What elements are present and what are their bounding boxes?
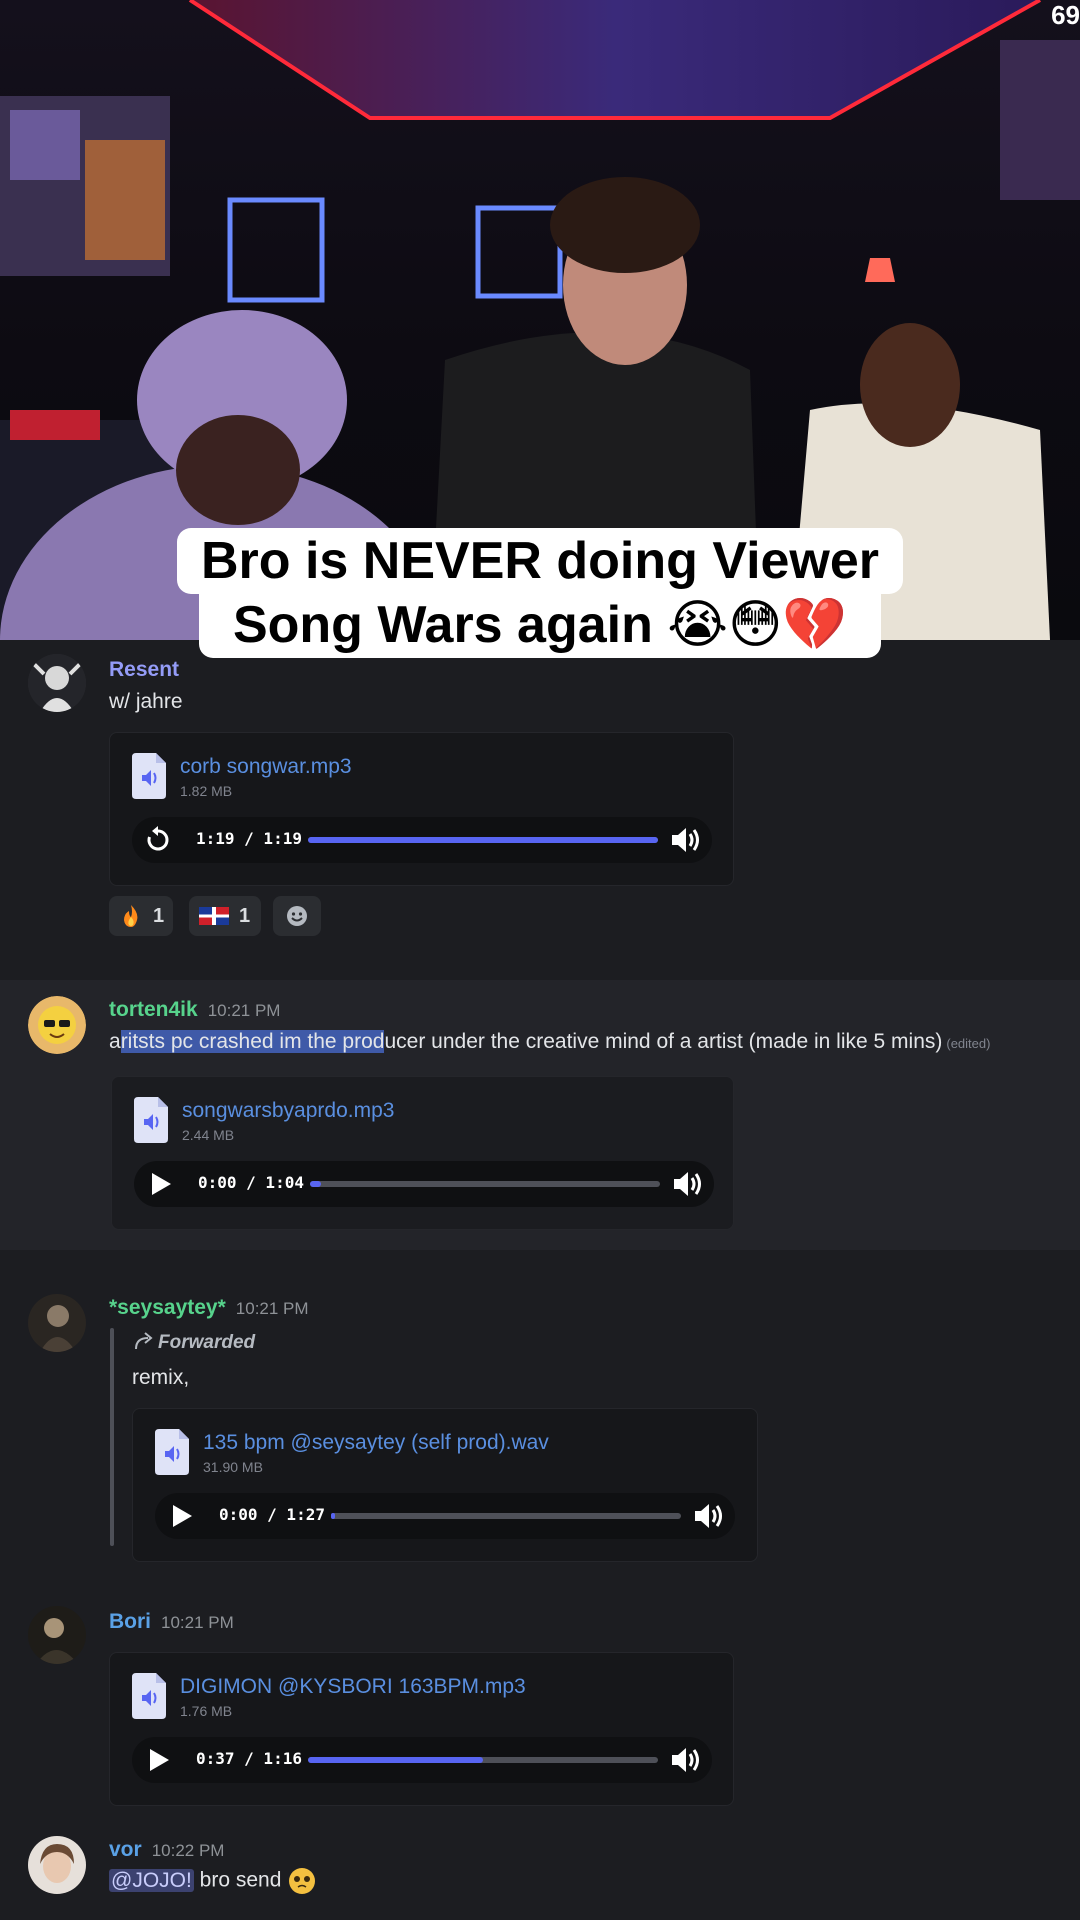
avatar-image xyxy=(28,1294,86,1352)
progress-fill xyxy=(308,1757,483,1763)
file-size: 31.90 MB xyxy=(203,1459,263,1475)
reaction-count: 1 xyxy=(239,905,251,927)
reaction-fire[interactable]: 1 xyxy=(109,896,173,936)
progress-track[interactable] xyxy=(308,837,658,843)
progress-fill xyxy=(308,837,658,843)
avatar-image xyxy=(28,996,86,1054)
progress-track[interactable] xyxy=(331,1513,681,1519)
message-seysaytey: *seysaytey* 10:21 PM Forwarded remix, 135… xyxy=(0,1250,1080,1562)
video-caption: Bro is NEVER doing Viewer Song Wars agai… xyxy=(0,528,1080,658)
avatar[interactable] xyxy=(28,654,86,712)
message-text: remix, xyxy=(132,1366,190,1389)
author-name[interactable]: torten4ik 10:21 PM xyxy=(109,998,280,1022)
file-name-link[interactable]: 135 bpm @seysaytey (self prod).wav xyxy=(203,1431,549,1455)
play-icon[interactable] xyxy=(144,1168,176,1200)
file-size: 2.44 MB xyxy=(182,1127,235,1143)
avatar-image xyxy=(28,1836,86,1894)
message-text: aritsts pc crashed im the producer under… xyxy=(109,1030,991,1053)
avatar-image xyxy=(28,654,86,712)
timestamp: 10:21 PM xyxy=(161,1613,234,1632)
timestamp: 10:22 PM xyxy=(151,1841,225,1860)
selected-text: ritsts pc crashed im the prod xyxy=(120,1030,385,1053)
playback-time: 0:00 / 1:27 xyxy=(219,1505,325,1524)
avatar[interactable] xyxy=(28,1294,86,1352)
progress-track[interactable] xyxy=(310,1181,660,1187)
add-reaction-icon xyxy=(287,906,307,926)
author-name[interactable]: Bori 10:21 PM xyxy=(109,1610,234,1634)
audio-player: 0:37 / 1:16 xyxy=(132,1737,712,1783)
corner-counter: 69 xyxy=(1051,0,1080,30)
progress-fill xyxy=(310,1181,321,1187)
audio-attachment: 135 bpm @seysaytey (self prod).wav 31.90… xyxy=(132,1408,758,1562)
author-name[interactable]: *seysaytey* 10:21 PM xyxy=(109,1296,309,1320)
forward-arrow-icon xyxy=(135,1332,153,1350)
playback-time: 1:19 / 1:19 xyxy=(196,829,302,848)
avatar[interactable] xyxy=(28,1606,86,1664)
audio-attachment: corb songwar.mp3 1.82 MB 1:19 / 1:19 xyxy=(109,732,734,886)
fire-emoji-icon xyxy=(124,905,138,927)
message-text: w/ jahre xyxy=(109,690,183,713)
audio-player: 0:00 / 1:04 xyxy=(134,1161,714,1207)
user-mention[interactable]: @JOJO! xyxy=(109,1868,194,1892)
dominican-flag-icon xyxy=(199,907,229,925)
volume-icon[interactable] xyxy=(670,1745,702,1775)
file-size: 1.82 MB xyxy=(180,783,233,799)
audio-file-icon xyxy=(155,1429,189,1475)
message-resent: Resent w/ jahre corb songwar.mp3 1.82 MB… xyxy=(0,640,1080,970)
playback-time: 0:37 / 1:16 xyxy=(196,1749,302,1768)
play-icon[interactable] xyxy=(165,1500,197,1532)
author-name[interactable]: Resent xyxy=(109,658,179,682)
progress-fill xyxy=(331,1513,335,1519)
avatar[interactable] xyxy=(28,996,86,1054)
author-name[interactable]: vor 10:22 PM xyxy=(109,1838,224,1862)
message-text: @JOJO! bro send xyxy=(109,1866,317,1896)
file-name-link[interactable]: DIGIMON @KYSBORI 163BPM.mp3 xyxy=(180,1675,526,1699)
edited-label: (edited) xyxy=(946,1036,991,1051)
audio-file-icon xyxy=(132,1673,166,1719)
caption-line-1: Bro is NEVER doing Viewer xyxy=(176,528,904,594)
reaction-flag[interactable]: 1 xyxy=(189,896,261,936)
chat-panel: Resent w/ jahre corb songwar.mp3 1.82 MB… xyxy=(0,640,1080,1920)
message-vor: vor 10:22 PM @JOJO! bro send xyxy=(0,1800,1080,1910)
add-reaction-button[interactable] xyxy=(273,896,321,936)
audio-player: 1:19 / 1:19 xyxy=(132,817,712,863)
reaction-count: 1 xyxy=(153,905,165,927)
audio-attachment: DIGIMON @KYSBORI 163BPM.mp3 1.76 MB 0:37… xyxy=(109,1652,734,1806)
file-size: 1.76 MB xyxy=(180,1703,233,1719)
audio-file-icon xyxy=(134,1097,168,1143)
avatar[interactable] xyxy=(28,1836,86,1894)
volume-icon[interactable] xyxy=(670,825,702,855)
audio-player: 0:00 / 1:27 xyxy=(155,1493,735,1539)
avatar-image xyxy=(28,1606,86,1664)
forwarded-label: Forwarded xyxy=(134,1332,255,1354)
timestamp: 10:21 PM xyxy=(207,1001,281,1020)
playback-time: 0:00 / 1:04 xyxy=(198,1173,304,1192)
timestamp: 10:21 PM xyxy=(235,1299,309,1318)
play-icon[interactable] xyxy=(142,1744,174,1776)
progress-track[interactable] xyxy=(308,1757,658,1763)
file-name-link[interactable]: songwarsbyaprdo.mp3 xyxy=(182,1099,394,1123)
replay-icon[interactable] xyxy=(142,824,174,856)
caption-line-2: Song Wars again 😭😳💔 xyxy=(198,592,882,658)
audio-attachment: songwarsbyaprdo.mp3 2.44 MB 0:00 / 1:04 xyxy=(111,1076,734,1230)
volume-icon[interactable] xyxy=(672,1169,704,1199)
volume-icon[interactable] xyxy=(693,1501,725,1531)
audio-file-icon xyxy=(132,753,166,799)
forward-bar xyxy=(110,1328,114,1546)
message-bori: Bori 10:21 PM DIGIMON @KYSBORI 163BPM.mp3… xyxy=(0,1560,1080,1806)
pleading-face-icon xyxy=(289,1868,316,1894)
file-name-link[interactable]: corb songwar.mp3 xyxy=(180,755,352,779)
message-torten4ik: torten4ik 10:21 PM aritsts pc crashed im … xyxy=(0,980,1080,1250)
